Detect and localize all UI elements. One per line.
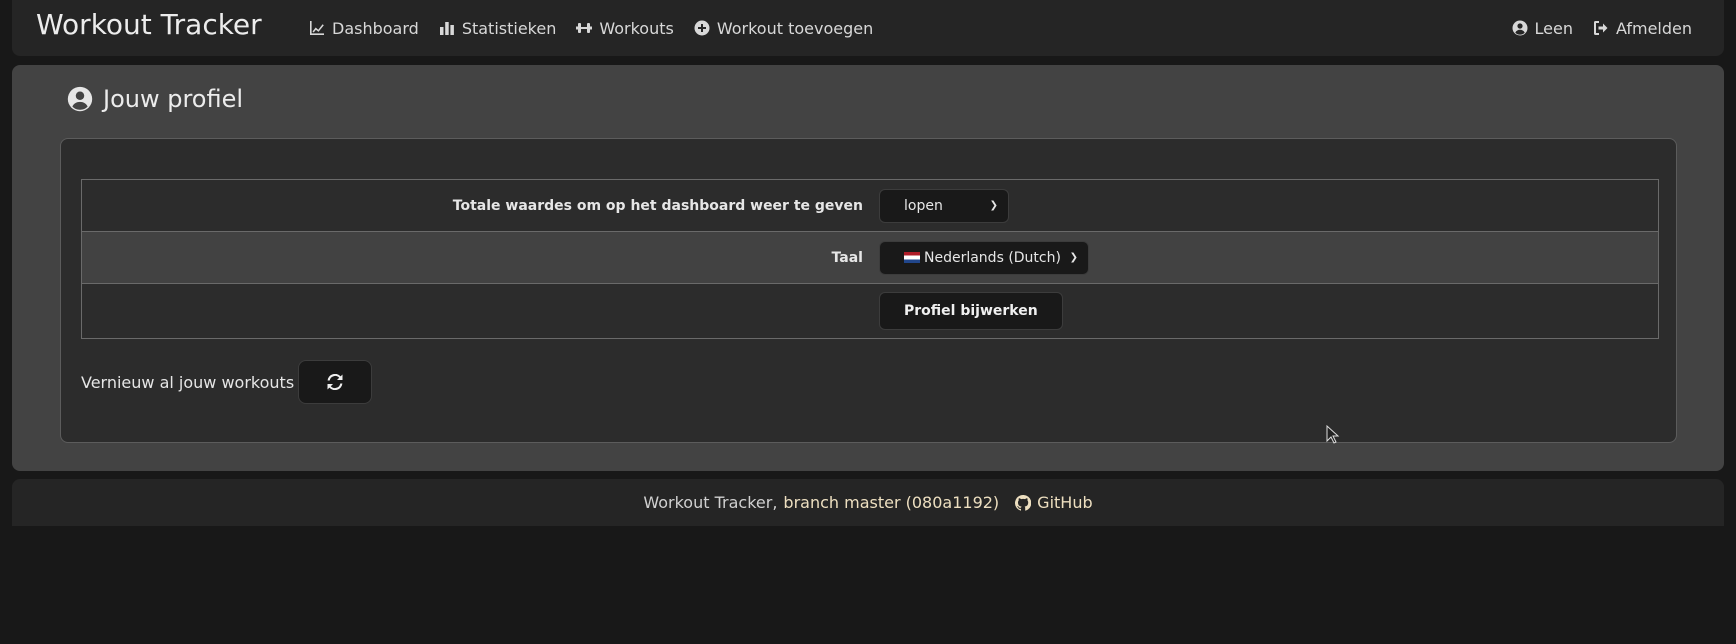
nav-statistieken[interactable]: Statistieken xyxy=(439,18,557,38)
refresh-workouts-label: Vernieuw al jouw workouts xyxy=(81,372,295,392)
page-title-text: Jouw profiel xyxy=(103,85,244,113)
setting-label-language: Taal xyxy=(831,249,863,266)
user-circle-icon xyxy=(1512,20,1528,36)
chart-bar-icon xyxy=(439,20,455,36)
footer-github-label: GitHub xyxy=(1037,493,1093,512)
update-profile-button[interactable]: Profiel bijwerken xyxy=(879,292,1063,330)
dashboard-totals-value: lopen xyxy=(904,197,943,214)
language-value: Nederlands (Dutch) xyxy=(924,249,1061,266)
main-panel: Jouw profiel Totale waardes om op het da… xyxy=(12,65,1724,471)
setting-row-language: Taal Nederlands (Dutch) ❯ xyxy=(82,232,1658,284)
main-nav: Dashboard Statistieken Workouts Workout … xyxy=(309,0,893,56)
github-icon xyxy=(1015,494,1032,511)
refresh-icon xyxy=(327,374,343,390)
dashboard-totals-select[interactable]: lopen ❯ xyxy=(879,188,1009,223)
user-nav: Leen Afmelden xyxy=(1512,0,1692,56)
app-title[interactable]: Workout Tracker xyxy=(36,8,262,41)
nav-workouts[interactable]: Workouts xyxy=(576,18,674,38)
chevron-down-icon: ❯ xyxy=(1069,252,1078,263)
chevron-down-icon: ❯ xyxy=(989,200,998,211)
setting-row-submit: Profiel bijwerken xyxy=(82,284,1658,338)
refresh-workouts-button[interactable] xyxy=(298,360,373,404)
nav-workout-toevoegen[interactable]: Workout toevoegen xyxy=(694,19,873,38)
nl-flag-icon xyxy=(904,251,920,263)
footer-github-link[interactable]: GitHub xyxy=(1015,493,1093,512)
settings-table: Totale waardes om op het dashboard weer … xyxy=(81,179,1659,339)
nav-logout[interactable]: Afmelden xyxy=(1593,19,1692,38)
circle-plus-icon xyxy=(694,20,710,36)
language-select[interactable]: Nederlands (Dutch) ❯ xyxy=(879,240,1089,275)
user-circle-icon xyxy=(67,86,93,112)
refresh-workouts: Vernieuw al jouw workouts xyxy=(81,360,373,404)
setting-row-dashboard-totals: Totale waardes om op het dashboard weer … xyxy=(82,180,1658,232)
footer-branch-link[interactable]: branch master (080a1192) xyxy=(783,493,999,512)
nav-dashboard[interactable]: Dashboard xyxy=(309,19,419,38)
nav-logout-label: Afmelden xyxy=(1615,18,1692,38)
setting-label-dashboard-totals: Totale waardes om op het dashboard weer … xyxy=(452,197,863,214)
nav-statistieken-label: Statistieken xyxy=(461,18,557,38)
profile-card: Totale waardes om op het dashboard weer … xyxy=(60,138,1677,443)
footer-app-name: Workout Tracker, xyxy=(643,493,778,512)
sign-out-icon xyxy=(1593,20,1609,36)
chart-line-icon xyxy=(309,20,325,36)
footer: Workout Tracker, branch master (080a1192… xyxy=(12,479,1724,526)
page-title: Jouw profiel xyxy=(67,85,243,113)
nav-dashboard-label: Dashboard xyxy=(332,18,419,38)
nav-workout-toevoegen-label: Workout toevoegen xyxy=(716,18,874,38)
top-navbar: Workout Tracker Dashboard Statistieken W… xyxy=(12,0,1724,56)
dumbbell-icon xyxy=(576,20,593,36)
nav-user-label: Leen xyxy=(1534,18,1573,38)
mouse-cursor-icon xyxy=(1326,425,1340,444)
nav-user-profile[interactable]: Leen xyxy=(1512,19,1573,38)
nav-workouts-label: Workouts xyxy=(599,18,674,38)
